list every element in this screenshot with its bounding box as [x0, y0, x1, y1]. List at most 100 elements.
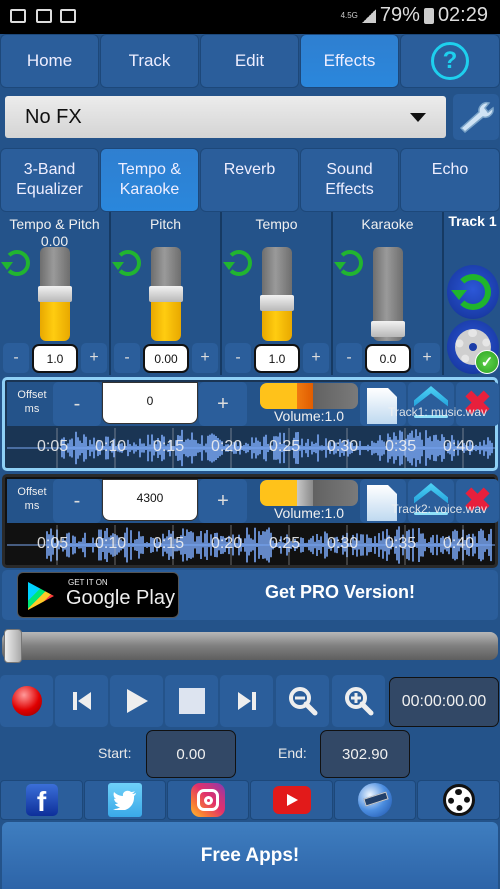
- free-apps-button[interactable]: Free Apps!: [2, 822, 498, 889]
- status-bar: 4.5G 79% 02:29: [0, 0, 500, 34]
- skip-forward-button[interactable]: [220, 675, 273, 727]
- record-button[interactable]: [0, 675, 53, 727]
- fx-tab-echo[interactable]: Echo: [400, 148, 500, 212]
- volume-slider[interactable]: [260, 480, 358, 506]
- waveform[interactable]: [7, 525, 495, 565]
- volume-thumb[interactable]: [297, 480, 313, 506]
- app-root: 4.5G 79% 02:29 Home Track Edit Effects ?…: [0, 0, 500, 889]
- record-icon: [11, 686, 42, 716]
- slider-thumb[interactable]: [38, 286, 72, 302]
- offset-field[interactable]: 0: [102, 382, 198, 424]
- skip-back-button[interactable]: [55, 675, 108, 727]
- stop-icon: [178, 688, 205, 714]
- collapse-track-button[interactable]: [408, 479, 454, 523]
- play-icon: [126, 689, 148, 713]
- settings-wheel-button[interactable]: [417, 780, 500, 820]
- timeline-tick-label: 0:05: [37, 438, 69, 455]
- fx-tab-label: Effects: [325, 181, 374, 198]
- track-row[interactable]: Offset ms - 4300 + Volume:1.0 ✖ 0:05 0:10 0…: [2, 474, 499, 568]
- open-file-button[interactable]: [360, 479, 406, 523]
- start-label: Start:: [98, 745, 132, 761]
- remove-track-button[interactable]: ✖: [456, 382, 499, 426]
- reset-slider-icon[interactable]: [223, 250, 252, 276]
- zoom-out-button[interactable]: [276, 675, 329, 727]
- decrement-button[interactable]: -: [3, 343, 29, 373]
- decrement-button[interactable]: -: [114, 343, 140, 373]
- tab-effects[interactable]: Effects: [300, 34, 399, 88]
- zoom-in-button[interactable]: [332, 675, 385, 727]
- battery-icon: [423, 7, 434, 24]
- offset-decrement-button[interactable]: -: [53, 382, 101, 426]
- slider-thumb[interactable]: [149, 286, 183, 302]
- slider-panel: Pitch - 0.00 +: [111, 212, 222, 375]
- instagram-button[interactable]: [167, 780, 249, 820]
- twitter-icon: [108, 783, 142, 817]
- vertical-slider[interactable]: [262, 247, 292, 341]
- youtube-button[interactable]: [250, 780, 333, 820]
- fx-tab-reverb[interactable]: Reverb: [200, 148, 299, 212]
- decrement-button[interactable]: -: [336, 343, 362, 373]
- pro-promo-banner[interactable]: GET IT ON Google Play Get PRO Version!: [2, 570, 498, 620]
- tab-home[interactable]: Home: [0, 34, 99, 88]
- offset-increment-button[interactable]: +: [199, 382, 247, 426]
- volume-thumb[interactable]: [297, 383, 313, 409]
- website-button[interactable]: [334, 780, 416, 820]
- timeline-tick-label: 0:15: [153, 438, 185, 455]
- tab-label: Edit: [234, 51, 265, 70]
- timeline-tick-label: 0:10: [95, 535, 127, 552]
- skip-back-icon: [72, 692, 91, 710]
- decrement-button[interactable]: -: [225, 343, 251, 373]
- end-label: End:: [278, 745, 307, 761]
- instagram-icon: [191, 783, 225, 817]
- reset-slider-icon[interactable]: [1, 250, 30, 276]
- seek-thumb[interactable]: [4, 629, 22, 663]
- increment-button[interactable]: +: [81, 343, 107, 373]
- collapse-track-button[interactable]: [408, 382, 454, 426]
- tab-label: Home: [26, 51, 73, 70]
- facebook-icon: f: [25, 784, 58, 816]
- track-selector-column: Track 1 ✓: [445, 212, 500, 375]
- fx-tab-tempo-karaoke[interactable]: Tempo & Karaoke: [100, 148, 199, 212]
- offset-increment-button[interactable]: +: [199, 479, 247, 523]
- reset-all-button[interactable]: [447, 265, 499, 319]
- slider-value-field[interactable]: 1.0: [254, 344, 300, 373]
- slider-value-field[interactable]: 0.0: [365, 344, 411, 373]
- fx-tab-label: Reverb: [223, 161, 276, 178]
- slider-panel: Tempo - 1.0 +: [222, 212, 333, 375]
- settings-wrench-button[interactable]: [453, 94, 499, 140]
- timeline-tick-label: 0:40: [443, 535, 475, 552]
- seek-bar[interactable]: [2, 629, 498, 663]
- tab-track[interactable]: Track: [100, 34, 199, 88]
- reset-slider-icon[interactable]: [334, 250, 363, 276]
- waveform[interactable]: [7, 428, 495, 468]
- offset-field[interactable]: 4300: [102, 479, 198, 521]
- fx-tab-equalizer[interactable]: 3-Band Equalizer: [0, 148, 99, 212]
- increment-button[interactable]: +: [414, 343, 440, 373]
- apply-effects-button[interactable]: ✓: [447, 320, 499, 374]
- help-button[interactable]: ?: [400, 34, 500, 88]
- open-file-button[interactable]: [360, 382, 406, 426]
- track-controls: Offset ms - 4300 + Volume:1.0 ✖: [7, 479, 499, 523]
- tab-edit[interactable]: Edit: [200, 34, 299, 88]
- fx-preset-dropdown[interactable]: No FX: [5, 96, 446, 138]
- slider-thumb[interactable]: [371, 321, 405, 337]
- start-time-field[interactable]: 0.00: [146, 730, 236, 778]
- increment-button[interactable]: +: [303, 343, 329, 373]
- increment-button[interactable]: +: [192, 343, 218, 373]
- slider-thumb[interactable]: [260, 295, 294, 312]
- stop-button[interactable]: [165, 675, 218, 727]
- facebook-button[interactable]: f: [0, 780, 83, 820]
- play-button[interactable]: [110, 675, 163, 727]
- slider-value-field[interactable]: 1.0: [32, 344, 78, 373]
- twitter-button[interactable]: [84, 780, 166, 820]
- end-time-field[interactable]: 302.90: [320, 730, 410, 778]
- slider-value-field[interactable]: 0.00: [143, 344, 189, 373]
- track-row[interactable]: Offset ms - 0 + Volume:1.0 ✖ 0:05 0:10 0:15…: [2, 377, 499, 471]
- google-play-badge[interactable]: GET IT ON Google Play: [17, 572, 179, 618]
- offset-decrement-button[interactable]: -: [53, 479, 101, 523]
- remove-track-button[interactable]: ✖: [456, 479, 499, 523]
- fx-tab-sound-effects[interactable]: Sound Effects: [300, 148, 399, 212]
- volume-slider[interactable]: [260, 383, 358, 409]
- reset-slider-icon[interactable]: [112, 250, 141, 276]
- timeline-tick-label: 0:20: [211, 535, 243, 552]
